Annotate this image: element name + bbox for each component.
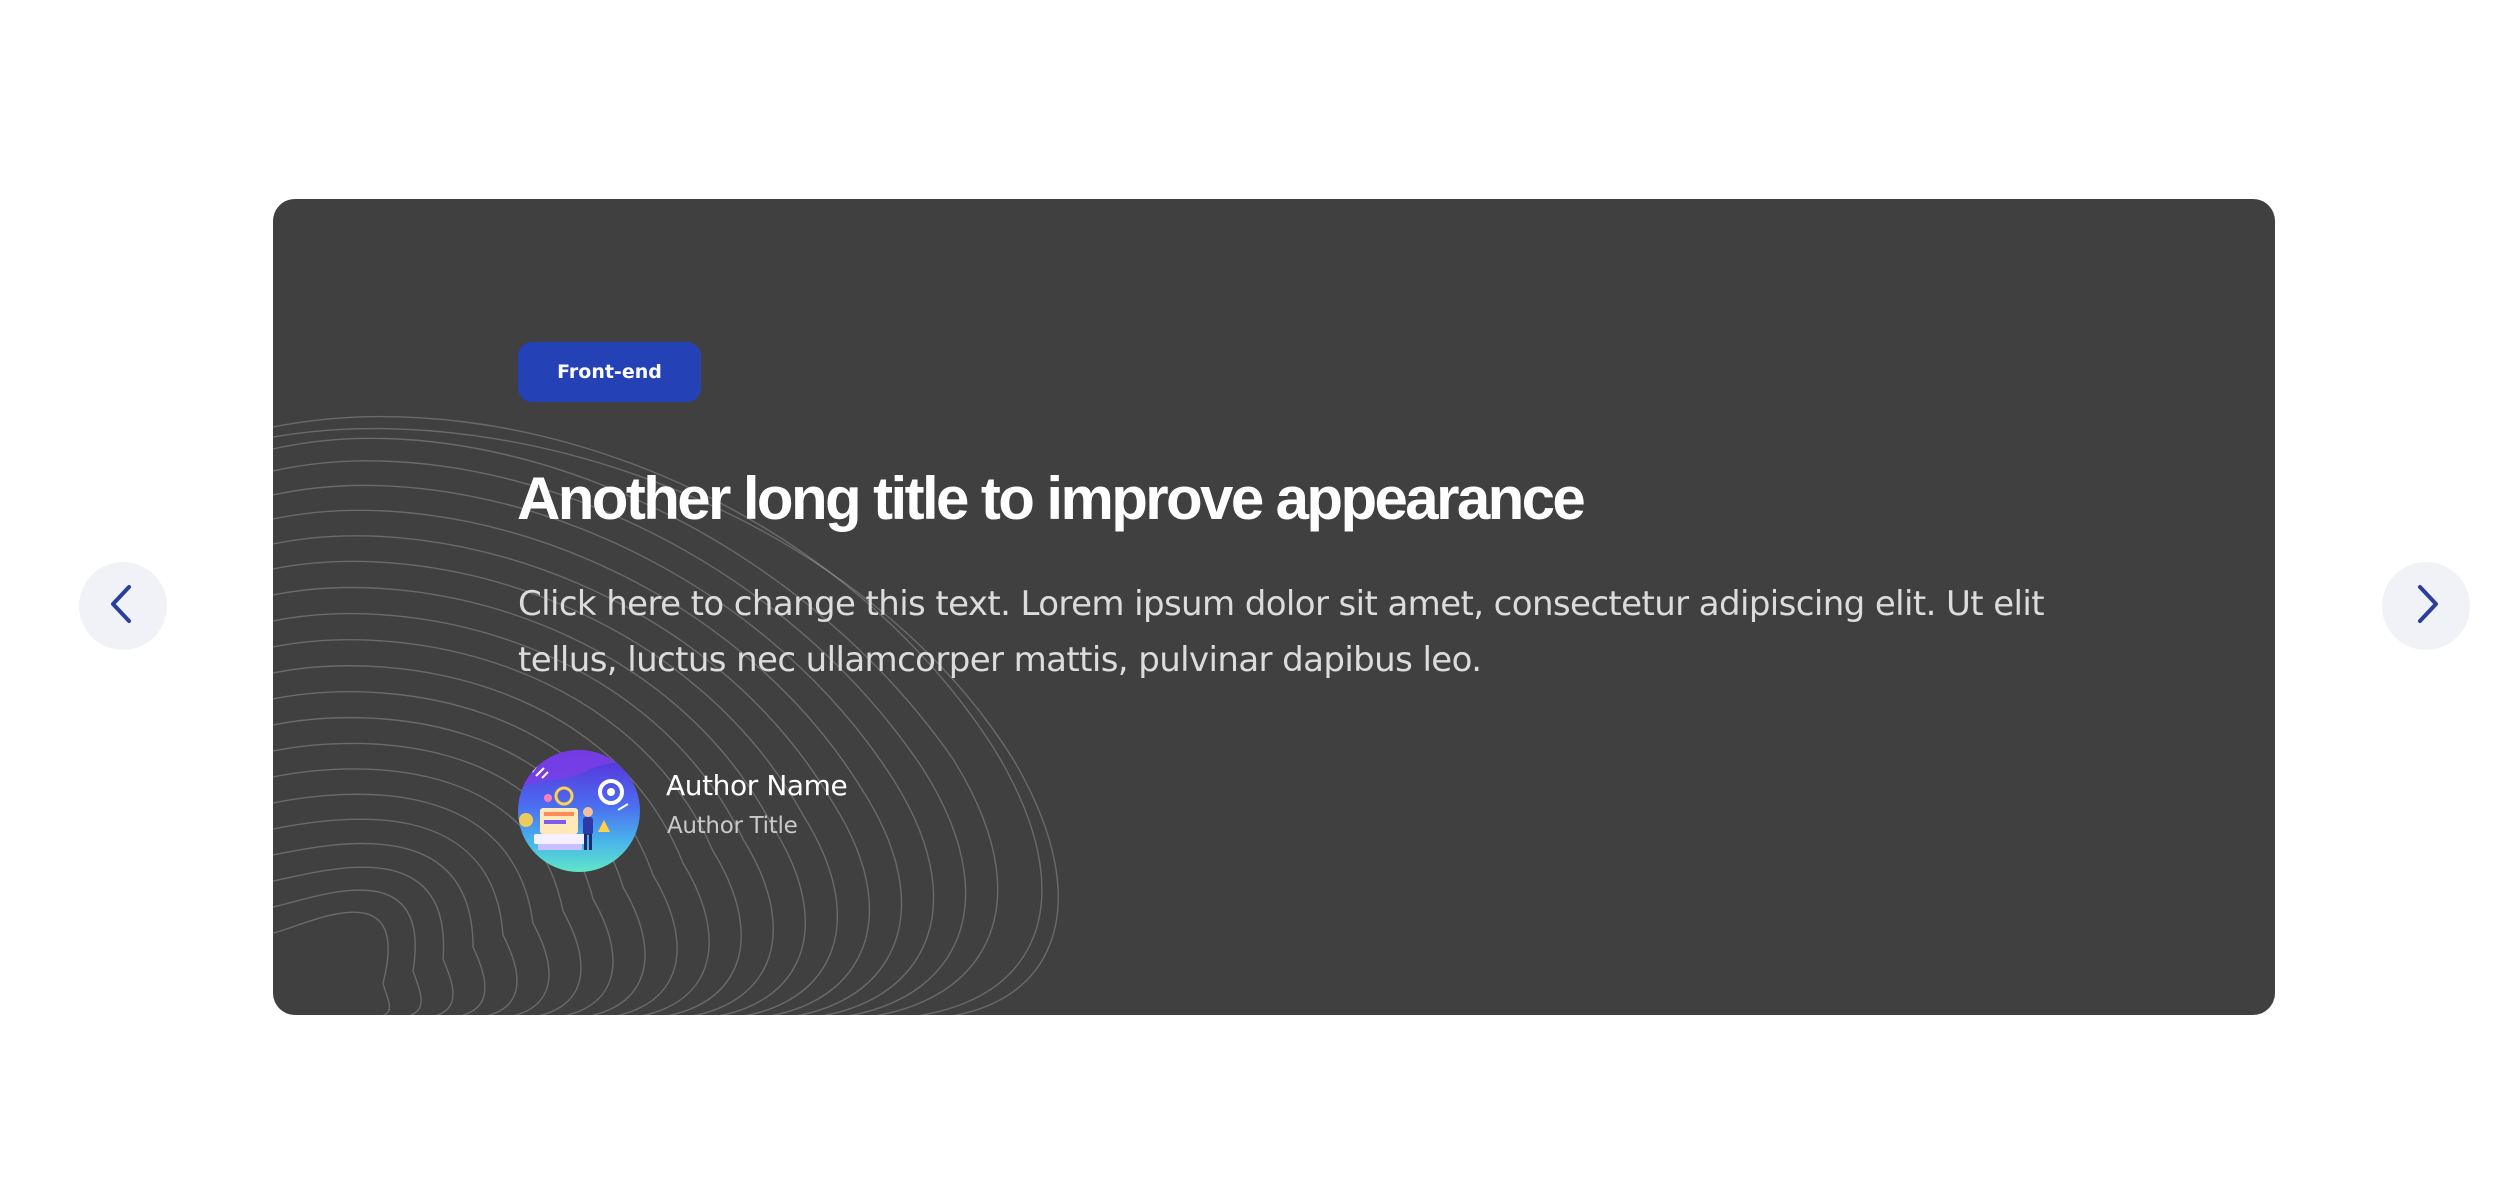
author-title: Author Title <box>667 813 798 839</box>
testimonial-slide: Front-end Another long title to improve … <box>273 199 2275 1015</box>
slide-title: Another long title to improve appearance <box>517 465 1586 532</box>
previous-slide-button[interactable] <box>79 562 167 650</box>
author-avatar <box>518 750 640 872</box>
slide-description: Click here to change this text. Lorem ip… <box>518 584 2045 680</box>
chevron-left-icon <box>103 580 143 632</box>
chevron-right-icon <box>2406 580 2446 632</box>
developer-illustration-icon <box>518 750 640 872</box>
next-slide-button[interactable] <box>2382 562 2470 650</box>
author-name: Author Name <box>666 769 848 802</box>
category-badge[interactable]: Front-end <box>518 342 701 402</box>
